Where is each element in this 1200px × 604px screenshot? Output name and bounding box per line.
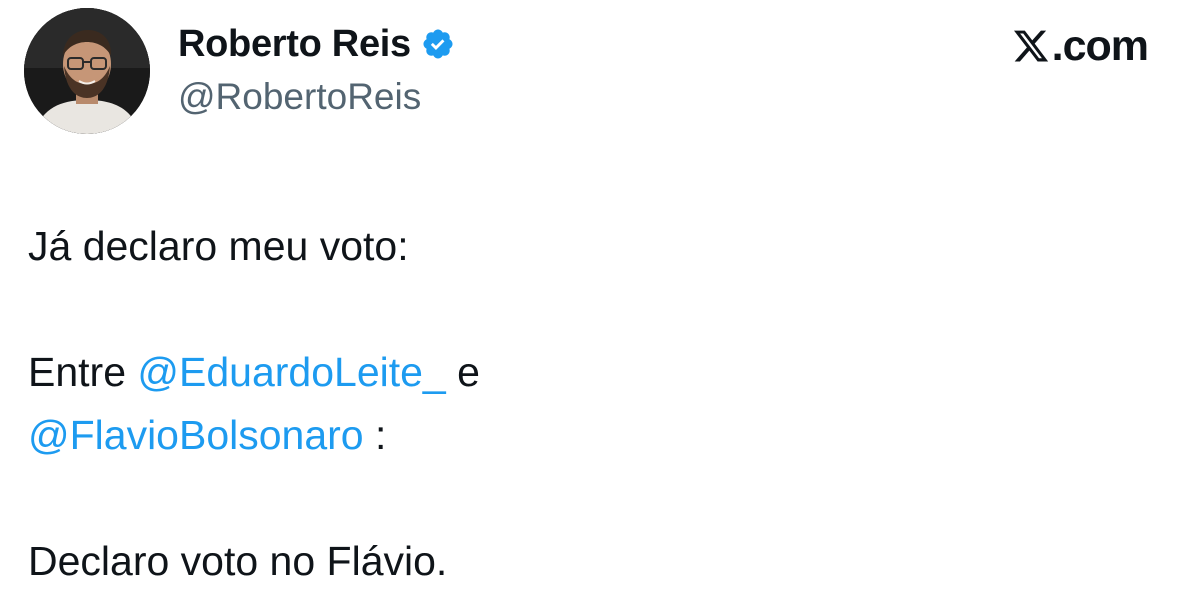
tweet-line-2-prefix: Entre [28, 349, 138, 395]
tweet-line-4: Declaro voto no Flávio. [28, 538, 448, 584]
verified-badge-icon [421, 27, 455, 61]
x-logo-icon [1012, 27, 1050, 65]
author-display-name[interactable]: Roberto Reis [178, 23, 411, 66]
profile-photo-avatar [24, 8, 150, 134]
author-name-row[interactable]: Roberto Reis [178, 20, 455, 68]
x-brand-watermark: .com [1012, 21, 1149, 70]
mention-link-eduardo[interactable]: @EduardoLeite_ [137, 349, 445, 395]
tweet-line-3-suffix: : [363, 412, 387, 458]
tweet-line: @FlavioBolsonaro : [28, 404, 1168, 467]
tweet-line-2-suffix: e [445, 349, 480, 395]
avatar[interactable] [24, 8, 150, 134]
mention-link-flavio[interactable]: @FlavioBolsonaro [28, 412, 364, 458]
author-handle[interactable]: @RobertoReis [178, 76, 421, 118]
tweet-line-1: Já declaro meu voto: [28, 223, 409, 269]
tweet-line: Declaro voto no Flávio. [28, 530, 1168, 593]
tweet-line: Já declaro meu voto: [28, 215, 1168, 278]
tweet-text: Já declaro meu voto: Entre @EduardoLeite… [28, 215, 1168, 593]
brand-domain-text: .com [1051, 21, 1149, 70]
tweet-line: Entre @EduardoLeite_ e [28, 341, 1168, 404]
